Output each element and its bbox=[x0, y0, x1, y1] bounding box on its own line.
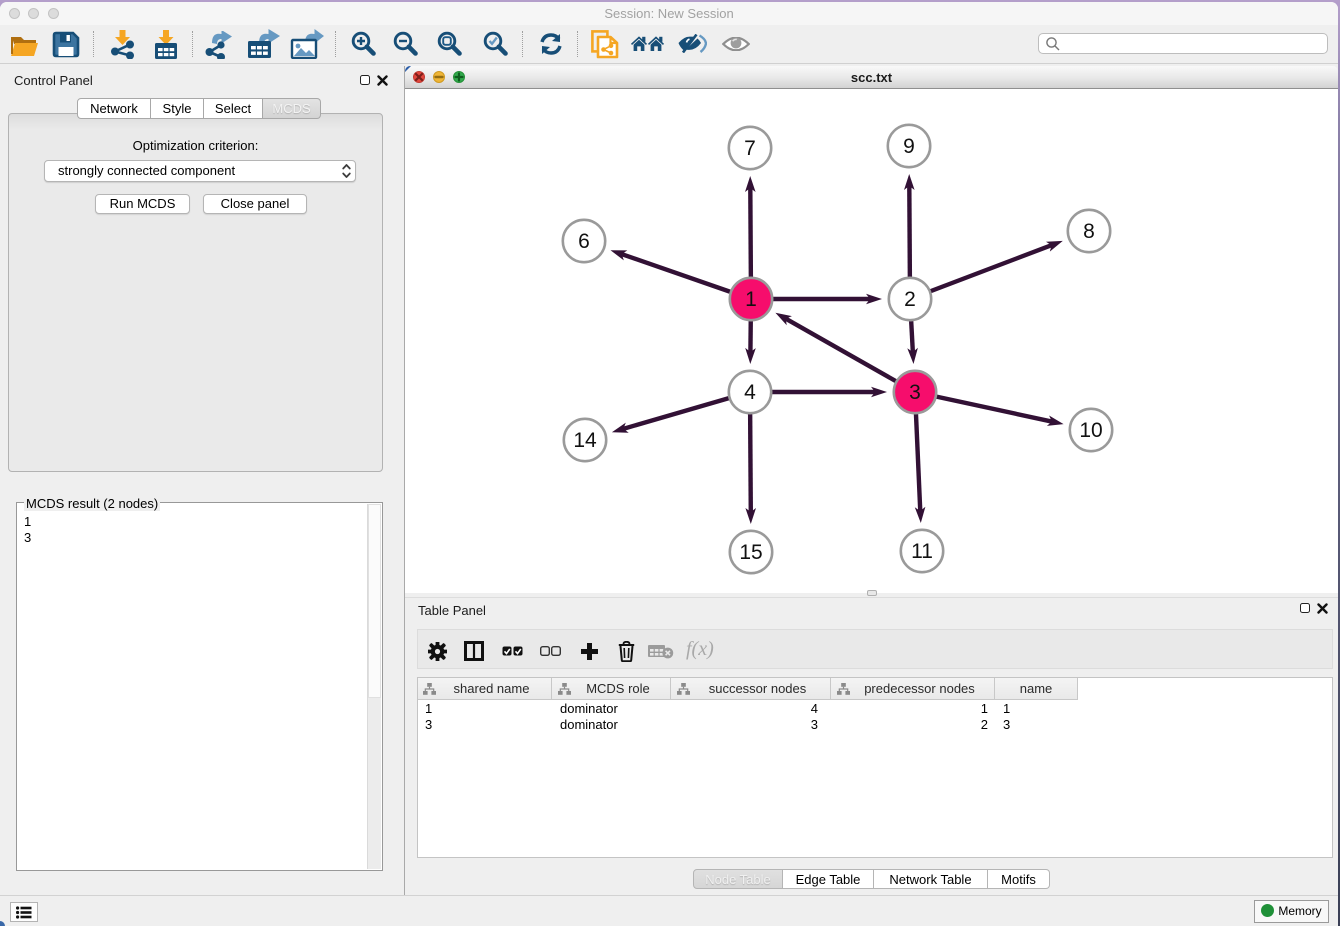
svg-text:6: 6 bbox=[578, 230, 590, 253]
svg-text:14: 14 bbox=[573, 429, 597, 452]
svg-text:3: 3 bbox=[909, 381, 921, 404]
svg-text:8: 8 bbox=[1083, 220, 1095, 243]
svg-text:11: 11 bbox=[911, 540, 933, 563]
svg-text:4: 4 bbox=[744, 381, 756, 404]
svg-text:15: 15 bbox=[739, 541, 762, 564]
svg-text:7: 7 bbox=[744, 137, 756, 160]
svg-text:2: 2 bbox=[904, 288, 916, 311]
svg-text:1: 1 bbox=[745, 288, 757, 311]
svg-text:10: 10 bbox=[1079, 419, 1102, 442]
svg-text:9: 9 bbox=[903, 135, 915, 158]
